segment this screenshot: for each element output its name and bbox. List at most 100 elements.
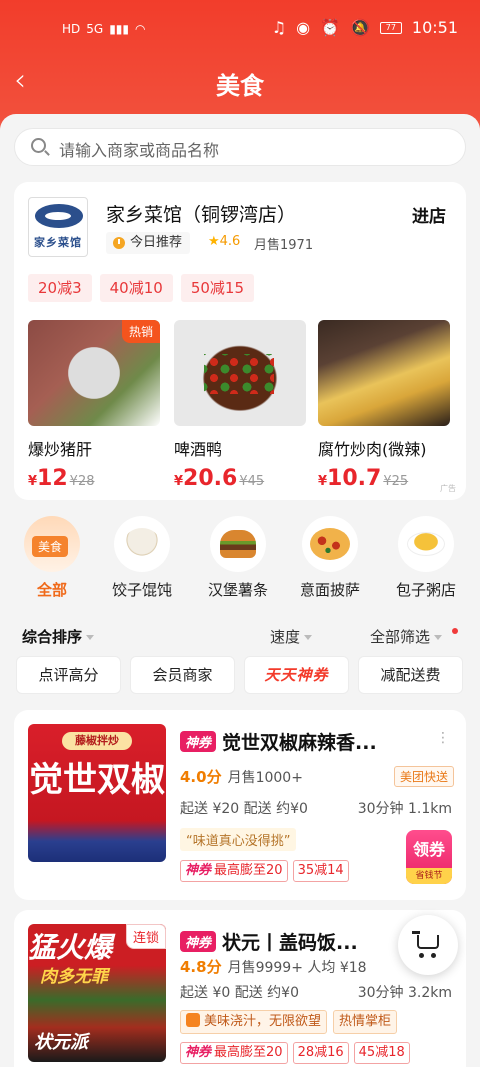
- dish-icon: [186, 1013, 200, 1027]
- eye-icon: ◉: [296, 18, 311, 37]
- wifi-icon: ◠: [135, 22, 146, 36]
- category-label: 汉堡薯条: [207, 581, 268, 599]
- featured-shop-card[interactable]: 家乡菜馆 家乡菜馆（铜锣湾店） 进店 今日推荐 ★4.6 月售1971 20减3…: [14, 182, 466, 500]
- filter-dot-indicator: [452, 628, 458, 634]
- filter-daily-coupon[interactable]: 天天神券: [244, 656, 349, 694]
- feature-tag: 热情掌柜: [333, 1010, 398, 1034]
- promo-tag: 45减18: [353, 1042, 410, 1064]
- delivery-info: 起送 ¥0 配送 约¥0: [180, 985, 299, 1001]
- sort-default[interactable]: 综合排序: [22, 626, 95, 647]
- clock-time: 10:51: [411, 18, 458, 37]
- hot-sale-badge: 热销: [121, 320, 160, 343]
- search-input[interactable]: 请输入商家或商品名称: [14, 128, 466, 166]
- category-all[interactable]: 美食 全部: [4, 516, 100, 600]
- chevron-down-icon: [304, 635, 313, 640]
- headphones-icon: ♫: [271, 18, 287, 37]
- dish-image: [318, 320, 450, 426]
- dish-name: 腐竹炒肉(微辣): [318, 440, 427, 459]
- category-dumplings[interactable]: 饺子馄饨: [94, 516, 190, 600]
- shopping-cart-button[interactable]: [398, 915, 458, 975]
- category-row: 美食 全部 饺子馄饨 汉堡薯条 意面披萨 包子粥店: [0, 516, 480, 604]
- mute-icon: 🔕: [349, 18, 370, 37]
- search-placeholder: 请输入商家或商品名称: [59, 141, 220, 160]
- dish-price: ¥12 ¥28: [28, 466, 95, 491]
- restaurant-poster: 猛火爆 肉多无罪 状元派 连锁: [28, 924, 166, 1062]
- dish-price: ¥20.6 ¥45: [174, 466, 265, 491]
- category-pizza[interactable]: 意面披萨: [282, 516, 378, 600]
- category-burgers[interactable]: 汉堡薯条: [190, 516, 286, 600]
- cart-icon: [412, 931, 420, 934]
- shop-name: 家乡菜馆（铜锣湾店）: [106, 204, 297, 226]
- monthly-sales: 月售1971: [254, 238, 314, 253]
- dish-image: 热销: [28, 320, 160, 426]
- feature-tag: 美味浇汁，无限欲望: [180, 1010, 328, 1034]
- fast-delivery-badge: 美团快送: [393, 766, 454, 787]
- burger-icon: [210, 516, 266, 572]
- enter-shop-button[interactable]: 进店: [412, 202, 446, 227]
- pizza-icon: [302, 516, 358, 572]
- alarm-icon: ⏰: [320, 18, 340, 37]
- promo-tag: 神券 最高膨至20: [180, 860, 288, 882]
- logo-text: 家乡菜馆: [34, 236, 82, 249]
- restaurant-name: 神券 状元丨盖码饭...: [180, 928, 358, 955]
- sort-filter[interactable]: 全部筛选: [370, 626, 443, 647]
- shop-logo: 家乡菜馆: [28, 197, 88, 257]
- restaurant-name: 神券 觉世双椒麻辣香...: [180, 728, 377, 755]
- chevron-down-icon: [434, 635, 443, 640]
- promo-row: 神券 最高膨至20 35减14: [180, 860, 349, 882]
- category-label: 意面披萨: [299, 581, 360, 599]
- signal-icon: ▮▮▮: [109, 22, 130, 36]
- sort-bar: 综合排序 速度 全部筛选: [0, 622, 480, 648]
- discount-tag: 50减15: [180, 274, 255, 302]
- filter-high-rating[interactable]: 点评高分: [16, 656, 121, 694]
- delivery-info: 起送 ¥20 配送 约¥0: [180, 801, 308, 817]
- time-distance: 30分钟 1.1km: [357, 801, 452, 817]
- clock-icon: [113, 237, 125, 249]
- filter-member-shop[interactable]: 会员商家: [130, 656, 235, 694]
- dish-item[interactable]: 热销 爆炒猪肝 ¥12 ¥28: [28, 320, 160, 491]
- shop-rating: ★4.6: [208, 234, 241, 249]
- dish-item[interactable]: 啤酒鸭 ¥20.6 ¥45: [174, 320, 306, 491]
- chain-badge: 连锁: [125, 924, 166, 949]
- quick-filters: 点评高分 会员商家 天天神券 减配送费: [16, 656, 463, 694]
- promo-row: 神券 最高膨至20 28减16 45减18: [180, 1042, 410, 1064]
- search-icon: [31, 138, 46, 153]
- category-label: 饺子馄饨: [111, 581, 172, 599]
- battery-icon: 77: [379, 21, 402, 34]
- filter-reduced-delivery[interactable]: 减配送费: [358, 656, 463, 694]
- restaurant-card[interactable]: 藤椒拌炒 觉世双椒 神券 觉世双椒麻辣香... ⋮ 4.0分 月售1000+ 美团快…: [14, 710, 466, 900]
- review-quote: “味道真心没得挑”: [180, 828, 297, 851]
- star-icon: ★: [208, 234, 220, 249]
- logo-emblem: [35, 204, 83, 228]
- super-coupon-badge: 神券: [180, 731, 217, 752]
- dish-image: [174, 320, 306, 426]
- ad-label: 广告: [440, 484, 456, 493]
- feature-tags: 美味浇汁，无限欲望 热情掌柜: [180, 1010, 398, 1034]
- network-5g-icon: 5G: [86, 22, 104, 36]
- more-options-icon[interactable]: ⋮: [436, 730, 450, 746]
- time-distance: 30分钟 3.2km: [357, 985, 452, 1001]
- super-coupon-badge: 神券: [180, 931, 217, 952]
- discount-row: 20减3 40减10 50减15: [28, 274, 255, 302]
- claim-coupon-button[interactable]: 领券 省钱节: [406, 830, 452, 884]
- sort-speed[interactable]: 速度: [270, 626, 313, 647]
- dish-name: 啤酒鸭: [174, 440, 223, 459]
- dish-item[interactable]: 腐竹炒肉(微辣) ¥10.7 ¥25: [318, 320, 450, 491]
- restaurant-stats: 4.8分 月售9999+ 人均 ¥18: [180, 958, 367, 976]
- discount-tag: 40减10: [99, 274, 173, 302]
- discount-tag: 20减3: [28, 274, 92, 302]
- promo-tag: 35减14: [292, 860, 349, 882]
- restaurant-stats: 4.0分 月售1000+: [180, 768, 303, 786]
- restaurant-card[interactable]: 猛火爆 肉多无罪 状元派 连锁 神券 状元丨盖码饭... 4.8分 月售9999+ …: [14, 910, 466, 1067]
- bun-icon: [398, 516, 454, 572]
- category-buns[interactable]: 包子粥店: [378, 516, 474, 600]
- dish-price: ¥10.7 ¥25: [318, 466, 409, 491]
- nav-header: ‹ 美食: [0, 56, 480, 108]
- restaurant-poster: 藤椒拌炒 觉世双椒: [28, 724, 166, 862]
- today-recommend-badge: 今日推荐: [106, 232, 191, 254]
- food-tray-icon: 美食: [24, 516, 80, 572]
- hd-icon: HD: [62, 22, 81, 36]
- dumpling-icon: [114, 516, 170, 572]
- chevron-down-icon: [86, 635, 95, 640]
- category-label: 包子粥店: [395, 581, 456, 599]
